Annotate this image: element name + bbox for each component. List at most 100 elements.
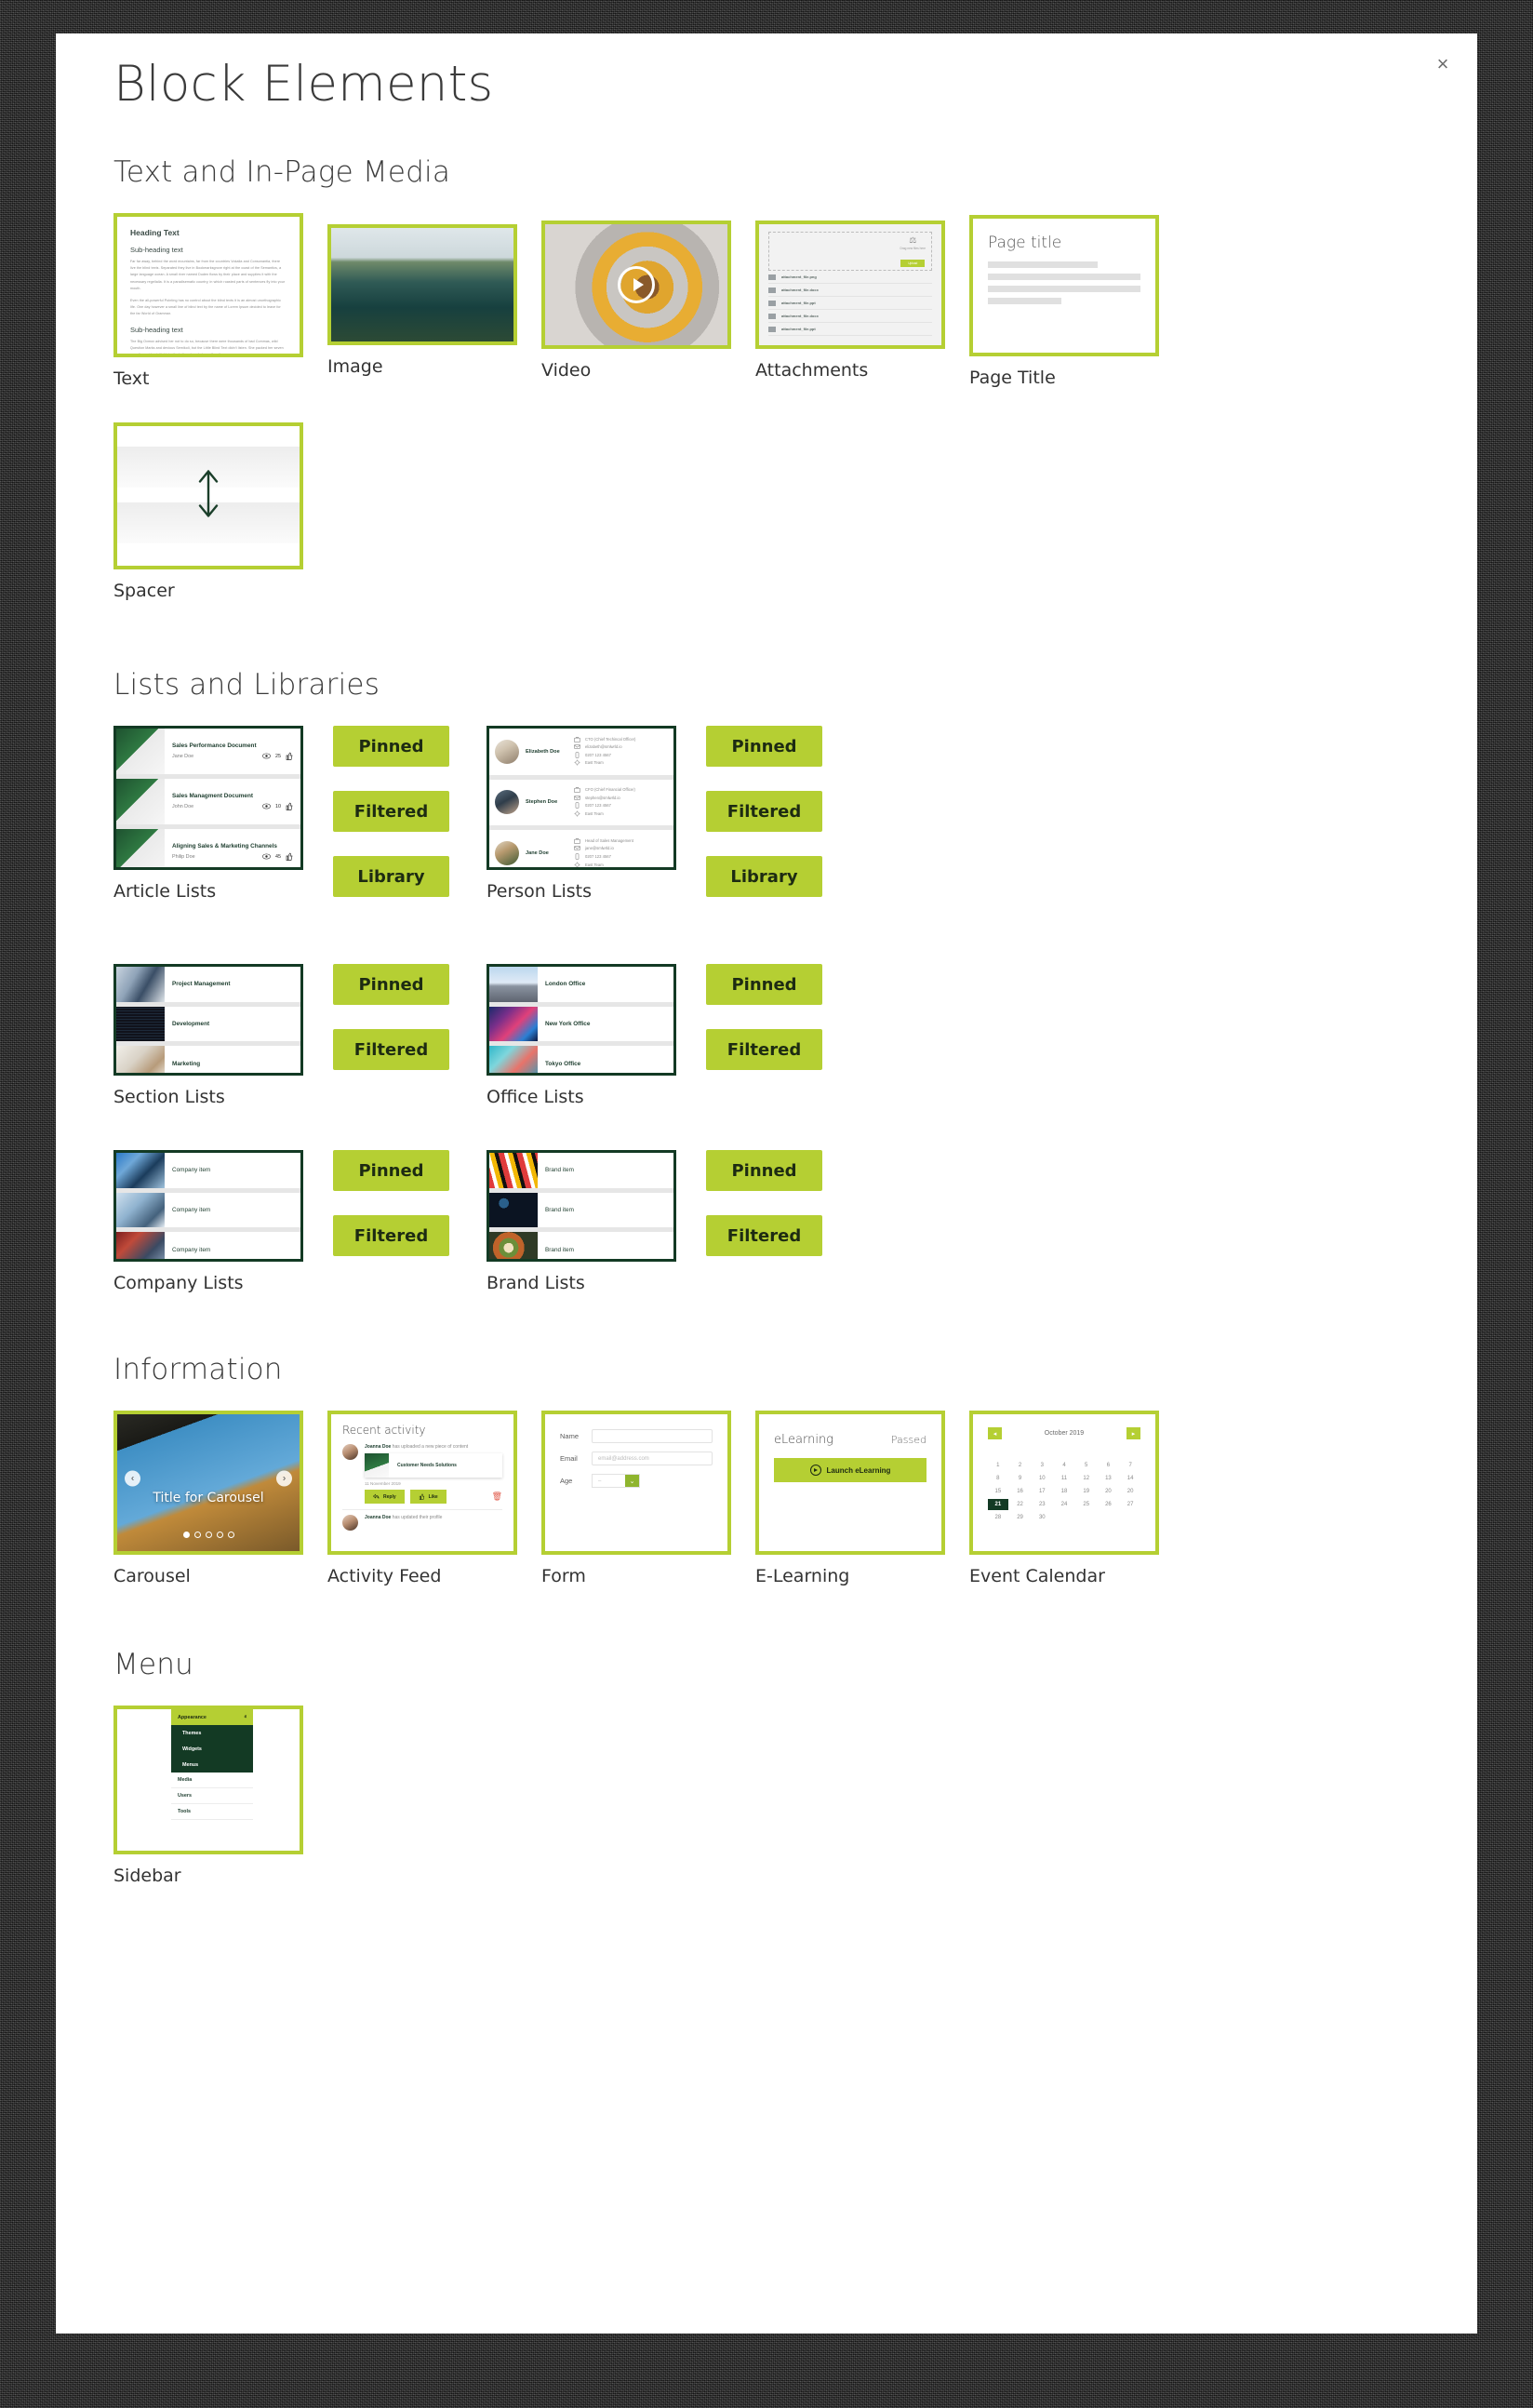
launch-elearning-button[interactable]: Launch eLearning xyxy=(774,1458,926,1482)
filtered-button[interactable]: Filtered xyxy=(706,791,822,832)
reply-button[interactable]: Reply xyxy=(365,1490,405,1504)
card-elearning[interactable]: eLearning Passed Launch eLearning E-Lear… xyxy=(755,1411,945,1586)
thumb-section-lists[interactable]: Project Management Development Marketing xyxy=(113,964,303,1076)
company-row[interactable]: Company item xyxy=(116,1193,300,1228)
card-person-lists[interactable]: Elizabeth Doe CTO (Chief Techincal Offic… xyxy=(487,726,676,902)
carousel-dot[interactable] xyxy=(183,1532,190,1538)
person-row[interactable]: Stephen Doe CFO (Chief Financial Officer… xyxy=(489,780,673,826)
filtered-button[interactable]: Filtered xyxy=(706,1215,822,1256)
calendar-day[interactable]: 2 xyxy=(1010,1460,1031,1471)
attachment-row[interactable]: attachment_file.docx xyxy=(768,284,932,297)
sidebar-item-users[interactable]: Users ⱟ xyxy=(171,1788,253,1804)
sidebar-item-themes[interactable]: Themes ⱟ xyxy=(171,1725,253,1741)
like-button[interactable]: Like xyxy=(410,1490,447,1504)
calendar-day[interactable]: 3 xyxy=(1032,1460,1052,1471)
sidebar-item-media[interactable]: Media ⱟ xyxy=(171,1773,253,1788)
brand-row[interactable]: Brand item xyxy=(489,1193,673,1228)
calendar-next-button[interactable]: ▸ xyxy=(1126,1427,1140,1439)
card-form[interactable]: Name Email email@address.com Age – ⌄ For… xyxy=(541,1411,731,1586)
person-row[interactable]: Jane Doe Head of Sales Management jane@s… xyxy=(489,830,673,870)
thumb-company-lists[interactable]: Company item Company item Company item xyxy=(113,1150,303,1262)
section-row[interactable]: Development xyxy=(116,1007,300,1042)
thumb-elearning[interactable]: eLearning Passed Launch eLearning xyxy=(755,1411,945,1555)
card-carousel[interactable]: ‹ › Title for Carousel Carousel xyxy=(113,1411,303,1586)
carousel-dots[interactable] xyxy=(117,1532,300,1538)
calendar-day[interactable]: 16 xyxy=(1010,1486,1031,1497)
card-spacer[interactable]: Spacer xyxy=(113,422,303,601)
calendar-day[interactable]: 19 xyxy=(1076,1486,1097,1497)
calendar-day[interactable]: 26 xyxy=(1099,1499,1119,1510)
carousel-dot[interactable] xyxy=(206,1532,212,1538)
library-button[interactable]: Library xyxy=(706,856,822,897)
calendar-day[interactable]: 22 xyxy=(1010,1499,1031,1510)
calendar-day[interactable]: 25 xyxy=(1076,1499,1097,1510)
sidebar-item-appearance[interactable]: Appearance ⱏ xyxy=(171,1709,253,1725)
carousel-dot[interactable] xyxy=(194,1532,201,1538)
office-row[interactable]: London Office xyxy=(489,967,673,1002)
pinned-button[interactable]: Pinned xyxy=(333,726,449,767)
carousel-prev-icon[interactable]: ‹ xyxy=(125,1471,140,1487)
calendar-day[interactable]: 29 xyxy=(1010,1512,1031,1523)
pinned-button[interactable]: Pinned xyxy=(333,964,449,1005)
calendar-day[interactable]: 4 xyxy=(1054,1460,1074,1471)
calendar-day[interactable]: 6 xyxy=(1099,1460,1119,1471)
calendar-day[interactable]: 24 xyxy=(1054,1499,1074,1510)
thumb-sidebar[interactable]: Appearance ⱏ Themes ⱟ Widgets ⱟ Menus ⱟ Medi… xyxy=(113,1706,303,1854)
activity-content-card[interactable]: Customer Needs Solutions xyxy=(365,1453,502,1478)
card-company-lists[interactable]: Company item Company item Company item C… xyxy=(113,1150,303,1293)
thumb-image[interactable] xyxy=(327,224,517,345)
like-icon[interactable] xyxy=(286,802,293,810)
pinned-button[interactable]: Pinned xyxy=(706,726,822,767)
close-icon[interactable]: × xyxy=(1429,50,1457,78)
pinned-button[interactable]: Pinned xyxy=(706,964,822,1005)
article-row[interactable]: Sales Performance Document Jane Doe 25 xyxy=(116,729,300,774)
card-page-title[interactable]: Page title Page Title xyxy=(969,215,1159,388)
thumb-spacer[interactable] xyxy=(113,422,303,569)
thumb-person-lists[interactable]: Elizabeth Doe CTO (Chief Techincal Offic… xyxy=(487,726,676,870)
person-row[interactable]: Elizabeth Doe CTO (Chief Techincal Offic… xyxy=(489,729,673,775)
calendar-day[interactable]: 9 xyxy=(1010,1473,1031,1484)
card-brand-lists[interactable]: Brand item Brand item Brand item Brand L… xyxy=(487,1150,676,1293)
card-video[interactable]: Video xyxy=(541,221,731,381)
sidebar-item-widgets[interactable]: Widgets ⱟ xyxy=(171,1741,253,1757)
calendar-day[interactable]: 1 xyxy=(988,1460,1008,1471)
filtered-button[interactable]: Filtered xyxy=(333,791,449,832)
calendar-day[interactable]: 20 xyxy=(1099,1486,1119,1497)
thumb-event-calendar[interactable]: ◂ October 2019 ▸ 1 2 3 4 5 6 7 8 9 10 11 12 13 14 15 16… xyxy=(969,1411,1159,1555)
thumb-carousel[interactable]: ‹ › Title for Carousel xyxy=(113,1411,303,1555)
office-row[interactable]: New York Office xyxy=(489,1007,673,1042)
pinned-button[interactable]: Pinned xyxy=(706,1150,822,1191)
library-button[interactable]: Library xyxy=(333,856,449,897)
calendar-day[interactable]: 5 xyxy=(1076,1460,1097,1471)
thumb-activity-feed[interactable]: Recent activity Joanna Doe has uploaded … xyxy=(327,1411,517,1555)
card-office-lists[interactable]: London Office New York Office Tokyo Offi… xyxy=(487,964,676,1107)
thumb-text[interactable]: Heading Text Sub-heading text Far far aw… xyxy=(113,213,303,357)
calendar-day[interactable]: 21 xyxy=(988,1499,1008,1510)
carousel-dot[interactable] xyxy=(228,1532,234,1538)
brand-row[interactable]: Brand item xyxy=(489,1153,673,1188)
chevron-down-icon[interactable]: ⌄ xyxy=(625,1475,639,1487)
calendar-day[interactable]: 8 xyxy=(988,1473,1008,1484)
card-sidebar[interactable]: Appearance ⱏ Themes ⱟ Widgets ⱟ Menus ⱟ Medi… xyxy=(113,1706,303,1886)
article-row[interactable]: Aligning Sales & Marketing Channels Phil… xyxy=(116,829,300,870)
section-row[interactable]: Project Management xyxy=(116,967,300,1002)
calendar-day[interactable]: 28 xyxy=(988,1512,1008,1523)
article-row[interactable]: Sales Managment Document John Doe 10 xyxy=(116,779,300,824)
attachment-row[interactable]: attachment_file.png xyxy=(768,271,932,284)
attachment-row[interactable]: attachment_file.ppt xyxy=(768,297,932,310)
thumb-office-lists[interactable]: London Office New York Office Tokyo Offi… xyxy=(487,964,676,1076)
section-row[interactable]: Marketing xyxy=(116,1046,300,1076)
age-select[interactable]: – ⌄ xyxy=(592,1474,640,1488)
filtered-button[interactable]: Filtered xyxy=(706,1029,822,1070)
card-activity-feed[interactable]: Recent activity Joanna Doe has uploaded … xyxy=(327,1411,517,1586)
card-text[interactable]: Heading Text Sub-heading text Far far aw… xyxy=(113,213,303,389)
name-input[interactable] xyxy=(592,1429,713,1443)
office-row[interactable]: Tokyo Office xyxy=(489,1046,673,1076)
calendar-day[interactable]: 13 xyxy=(1099,1473,1119,1484)
calendar-day[interactable]: 10 xyxy=(1032,1473,1052,1484)
card-image[interactable]: Image xyxy=(327,224,517,377)
company-row[interactable]: Company item xyxy=(116,1153,300,1188)
calendar-day[interactable]: 17 xyxy=(1032,1486,1052,1497)
calendar-day[interactable]: 18 xyxy=(1054,1486,1074,1497)
thumb-page-title[interactable]: Page title xyxy=(969,215,1159,356)
